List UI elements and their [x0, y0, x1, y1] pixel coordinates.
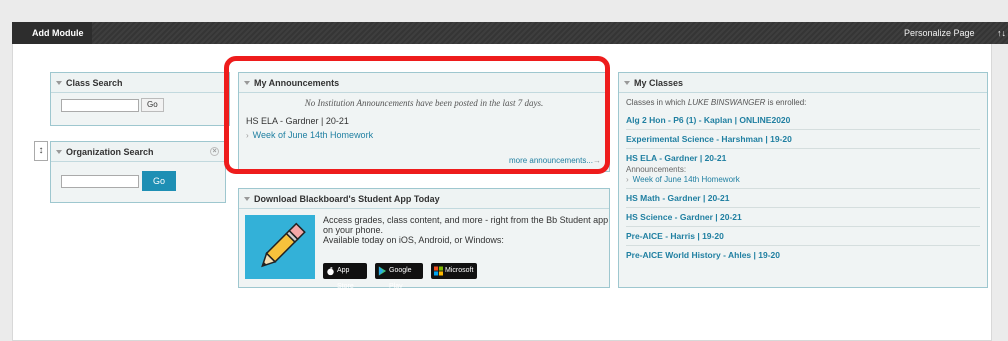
app-store-badge[interactable]: App Store — [323, 263, 367, 290]
microsoft-icon — [434, 266, 443, 276]
collapse-triangle-icon[interactable] — [244, 197, 250, 201]
organization-search-header[interactable]: Organization Search × — [51, 142, 225, 162]
class-search-go-button[interactable]: Go — [141, 98, 164, 112]
bb-app-line-1: Access grades, class content, and more -… — [323, 215, 609, 235]
collapse-triangle-icon[interactable] — [56, 81, 62, 85]
bb-app-line-2: Available today on iOS, Android, or Wind… — [323, 235, 504, 245]
drag-handle-icon[interactable]: ↕ — [34, 141, 48, 161]
class-search-module: Class Search Go — [50, 72, 230, 126]
collapse-triangle-icon[interactable] — [624, 81, 630, 85]
page-toolbar: Add Module Personalize Page ↑↓ — [12, 22, 1008, 44]
classes-intro-prefix: Classes in which — [626, 98, 688, 107]
google-play-label: Google Play — [389, 267, 412, 290]
organization-search-input[interactable] — [61, 174, 139, 188]
microsoft-badge[interactable]: Microsoft — [431, 263, 477, 279]
bb-app-description: Access grades, class content, and more -… — [323, 215, 609, 245]
collapse-triangle-icon[interactable] — [56, 150, 62, 154]
organization-search-go-button[interactable]: Go — [142, 171, 176, 191]
bb-app-module: Download Blackboard's Student App Today … — [238, 188, 610, 290]
class-link-hs-math[interactable]: HS Math - Gardner | 20-21 — [626, 189, 980, 208]
personalize-page-button[interactable]: Personalize Page — [904, 22, 994, 44]
my-classes-title: My Classes — [634, 78, 684, 88]
class-search-header[interactable]: Class Search — [51, 73, 229, 93]
classes-intro: Classes in which LUKE BINSWANGER is enro… — [626, 98, 980, 107]
apple-icon — [327, 267, 334, 276]
app-store-label: App Store — [337, 267, 354, 290]
class-announcements-label: Announcements: — [626, 165, 687, 174]
close-icon[interactable]: × — [210, 147, 219, 156]
class-announcement-link[interactable]: › Week of June 14th Homework — [626, 175, 980, 184]
class-search-input[interactable] — [61, 98, 139, 112]
add-module-button[interactable]: Add Module — [12, 22, 92, 44]
class-link-hs-ela[interactable]: HS ELA - Gardner | 20-21 Announcements: … — [626, 149, 980, 189]
class-link-experimental-science[interactable]: Experimental Science - Harshman | 19-20 — [626, 130, 980, 149]
organization-search-title: Organization Search — [66, 147, 154, 157]
classes-intro-suffix: is enrolled: — [765, 98, 807, 107]
my-classes-header[interactable]: My Classes — [619, 73, 987, 93]
class-link-hs-science[interactable]: HS Science - Gardner | 20-21 — [626, 208, 980, 227]
class-search-title: Class Search — [66, 78, 123, 88]
reorder-icon[interactable]: ↑↓ — [997, 22, 1008, 44]
my-classes-module: My Classes Classes in which LUKE BINSWAN… — [618, 72, 988, 288]
class-link-hs-ela-label[interactable]: HS ELA - Gardner | 20-21 — [626, 153, 980, 163]
microsoft-label: Microsoft — [445, 267, 474, 274]
bb-app-header[interactable]: Download Blackboard's Student App Today — [239, 189, 609, 209]
bb-app-title: Download Blackboard's Student App Today — [254, 194, 440, 204]
class-announcement-link-text[interactable]: Week of June 14th Homework — [633, 175, 740, 184]
google-play-badge[interactable]: Google Play — [375, 263, 423, 290]
chevron-right-icon: › — [626, 175, 629, 184]
class-link-pre-aice-world-history[interactable]: Pre-AICE World History - Ahles | 19-20 — [626, 246, 980, 264]
enrolled-user-name: LUKE BINSWANGER — [687, 98, 766, 107]
class-link-pre-aice[interactable]: Pre-AICE - Harris | 19-20 — [626, 227, 980, 246]
google-play-icon — [378, 266, 387, 276]
organization-search-module: Organization Search × Go — [50, 141, 226, 203]
pencil-app-icon[interactable] — [245, 215, 315, 279]
class-link-alg2[interactable]: Alg 2 Hon - P6 (1) - Kaplan | ONLINE2020 — [626, 111, 980, 130]
red-highlight-outline — [224, 56, 610, 174]
